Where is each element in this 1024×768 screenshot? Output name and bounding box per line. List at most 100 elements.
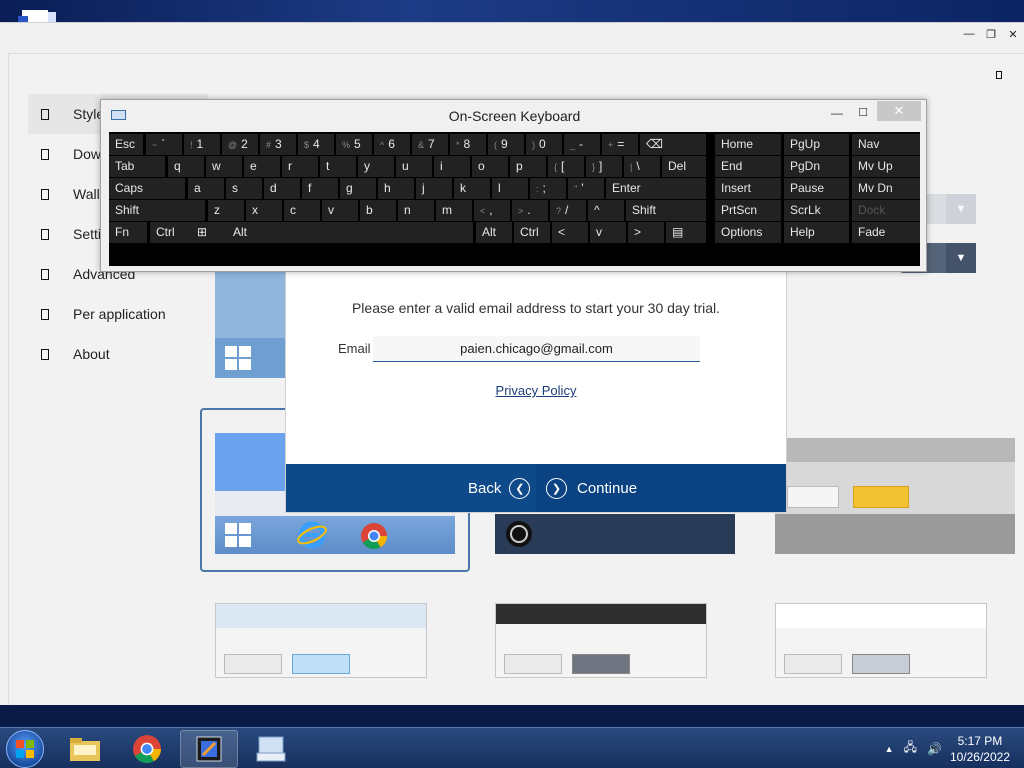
network-icon[interactable]: 🖧 — [904, 738, 917, 759]
key-7[interactable]: & 7 — [412, 134, 448, 155]
key-alt[interactable]: Alt — [227, 222, 263, 243]
key-symbol[interactable]: ⌫ — [640, 134, 706, 155]
key-symbol[interactable]: " ' — [568, 178, 604, 199]
key-6[interactable]: ^ 6 — [374, 134, 410, 155]
key-8[interactable]: * 8 — [450, 134, 486, 155]
start-button[interactable] — [6, 730, 44, 768]
restore-icon[interactable]: ❐ — [980, 23, 1002, 45]
taskbar-chrome-button[interactable] — [118, 730, 176, 768]
key-j[interactable]: j — [416, 178, 452, 199]
key-enter[interactable]: Enter — [606, 178, 706, 199]
key-ctrl[interactable]: Ctrl — [514, 222, 550, 243]
style-thumbnail-5[interactable] — [215, 603, 427, 678]
key-4[interactable]: $4 — [298, 134, 334, 155]
key-symbol[interactable]: ? / — [550, 200, 586, 221]
style-thumbnail-6[interactable] — [495, 603, 707, 678]
key-pgup[interactable]: PgUp — [784, 134, 849, 155]
taskbar-osk-button[interactable] — [242, 730, 300, 768]
key-z[interactable]: z — [208, 200, 244, 221]
key-g[interactable]: g — [340, 178, 376, 199]
key-home[interactable]: Home — [715, 134, 781, 155]
key-mv-dn[interactable]: Mv Dn — [852, 178, 920, 199]
key-v[interactable]: v — [322, 200, 358, 221]
key-i[interactable]: i — [434, 156, 470, 177]
sidebar-item-about[interactable]: About — [28, 334, 208, 374]
key-b[interactable]: b — [360, 200, 396, 221]
key-d[interactable]: d — [264, 178, 300, 199]
key-fn[interactable]: Fn — [109, 222, 147, 243]
key-9[interactable]: (9 — [488, 134, 524, 155]
key-w[interactable]: w — [206, 156, 242, 177]
key-del[interactable]: Del — [662, 156, 706, 177]
taskbar-app-button[interactable] — [180, 730, 238, 768]
privacy-policy-link[interactable]: Privacy Policy — [286, 383, 786, 398]
key-f[interactable]: f — [302, 178, 338, 199]
key-2[interactable]: @2 — [222, 134, 258, 155]
key-symbol[interactable]: }] — [586, 156, 622, 177]
key-symbol[interactable]: + = — [602, 134, 638, 155]
key-symbol[interactable]: {[ — [548, 156, 584, 177]
key-ctrl[interactable]: Ctrl — [150, 222, 194, 243]
style-thumbnail-4[interactable] — [775, 438, 1015, 554]
key-symbol[interactable]: ⊞ — [191, 222, 227, 243]
key-symbol[interactable]: >. — [512, 200, 548, 221]
key-shift[interactable]: Shift — [109, 200, 205, 221]
clock[interactable]: 5:17 PM 10/26/2022 — [950, 733, 1010, 765]
key-r[interactable]: r — [282, 156, 318, 177]
style-thumbnail-7[interactable] — [775, 603, 987, 678]
key-t[interactable]: t — [320, 156, 356, 177]
email-field[interactable] — [373, 336, 700, 362]
key-symbol[interactable]: ~ ` — [146, 134, 182, 155]
key-symbol[interactable]: :; — [530, 178, 566, 199]
key-a[interactable]: a — [188, 178, 224, 199]
key-alt[interactable]: Alt — [476, 222, 512, 243]
key-3[interactable]: #3 — [260, 134, 296, 155]
style-thumbnail-1[interactable] — [215, 270, 285, 378]
minimize-icon[interactable]: — — [958, 23, 980, 45]
back-button[interactable]: Back ❮ — [468, 464, 531, 512]
key-shift[interactable]: Shift — [626, 200, 706, 221]
key-q[interactable]: q — [168, 156, 204, 177]
key-tab[interactable]: Tab — [109, 156, 165, 177]
key-options[interactable]: Options — [715, 222, 781, 243]
key-k[interactable]: k — [454, 178, 490, 199]
key-nav[interactable]: Nav — [852, 134, 920, 155]
key-symbol[interactable]: <, — [474, 200, 510, 221]
key-m[interactable]: m — [436, 200, 472, 221]
key-l[interactable]: l — [492, 178, 528, 199]
key-n[interactable]: n — [398, 200, 434, 221]
key-x[interactable]: x — [246, 200, 282, 221]
show-hidden-icons-icon[interactable]: ▲ — [885, 744, 894, 754]
style-thumbnail-3[interactable] — [495, 514, 735, 554]
key-pgdn[interactable]: PgDn — [784, 156, 849, 177]
key-1[interactable]: ! 1 — [184, 134, 220, 155]
key-scrlk[interactable]: ScrLk — [784, 200, 849, 221]
key-e[interactable]: e — [244, 156, 280, 177]
key-0[interactable]: ) 0 — [526, 134, 562, 155]
key-p[interactable]: p — [510, 156, 546, 177]
maximize-icon[interactable]: ☐ — [855, 106, 871, 122]
key-symbol[interactable]: > — [628, 222, 664, 243]
key-symbol[interactable]: ^ — [588, 200, 624, 221]
key-end[interactable]: End — [715, 156, 781, 177]
volume-icon[interactable]: 🔊 — [927, 742, 942, 756]
key-symbol[interactable]: ▤ — [666, 222, 706, 243]
key-5[interactable]: % 5 — [336, 134, 372, 155]
key-help[interactable]: Help — [784, 222, 849, 243]
key-symbol[interactable]: _ - — [564, 134, 600, 155]
key-h[interactable]: h — [378, 178, 414, 199]
sidebar-item-per-application[interactable]: Per application — [28, 294, 208, 334]
close-icon[interactable]: ✕ — [1002, 23, 1024, 45]
key-o[interactable]: o — [472, 156, 508, 177]
key-space[interactable] — [261, 222, 473, 243]
key-mv-up[interactable]: Mv Up — [852, 156, 920, 177]
key-c[interactable]: c — [284, 200, 320, 221]
key-insert[interactable]: Insert — [715, 178, 781, 199]
key-prtscn[interactable]: PrtScn — [715, 200, 781, 221]
key-symbol[interactable]: | \ — [624, 156, 660, 177]
key-esc[interactable]: Esc — [109, 134, 143, 155]
key-symbol[interactable]: < — [552, 222, 588, 243]
key-u[interactable]: u — [396, 156, 432, 177]
key-pause[interactable]: Pause — [784, 178, 849, 199]
fullscreen-icon[interactable] — [996, 71, 1002, 79]
